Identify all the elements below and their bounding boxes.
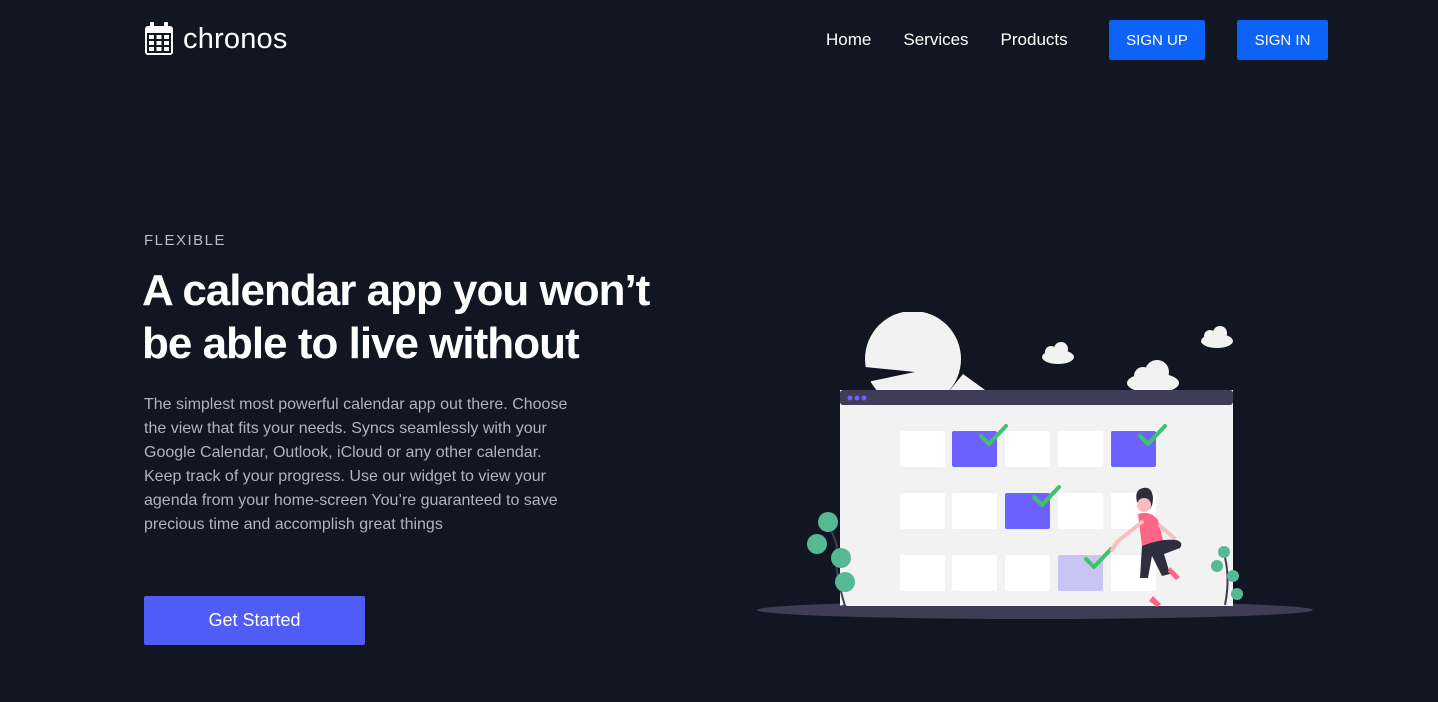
cloud-icon — [1201, 326, 1233, 348]
logo[interactable]: chronos — [144, 22, 288, 56]
get-started-button[interactable]: Get Started — [144, 596, 365, 645]
sign-in-button[interactable]: SIGN IN — [1237, 20, 1328, 60]
hero-eyebrow: FLEXIBLE — [144, 232, 227, 249]
calendar-icon — [145, 22, 173, 55]
logo-text: chronos — [183, 22, 288, 55]
landing-page: chronos Home Services Products SIGN UP S… — [0, 0, 1438, 702]
nav-home[interactable]: Home — [810, 20, 887, 60]
main-nav: Home Services Products — [810, 20, 1084, 60]
nav-products[interactable]: Products — [985, 20, 1084, 60]
calendar-illustration — [757, 312, 1313, 619]
calendar-grid — [900, 431, 1156, 591]
nav-services[interactable]: Services — [887, 20, 984, 60]
hero-headline: A calendar app you won’t be able to live… — [142, 266, 650, 368]
cloud-icon — [1127, 360, 1179, 393]
cloud-icon — [1042, 342, 1074, 364]
sign-up-button[interactable]: SIGN UP — [1109, 20, 1205, 60]
hero-description: The simplest most powerful calendar app … — [144, 396, 568, 533]
